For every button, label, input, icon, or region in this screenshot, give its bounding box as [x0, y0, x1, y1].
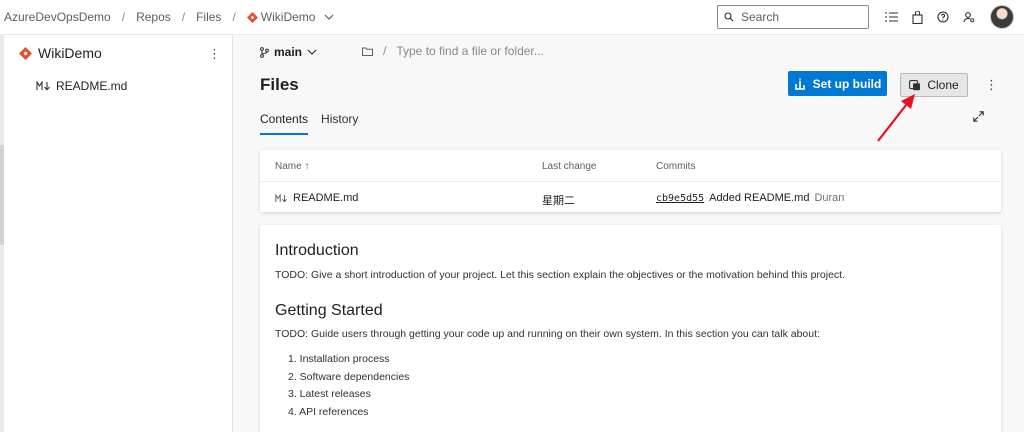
breadcrumb-separator: / — [232, 10, 236, 24]
top-bar: AzureDevOpsDemo / Repos / Files / WikiDe… — [0, 0, 1024, 35]
folder-icon — [362, 47, 373, 56]
breadcrumb-separator: / — [121, 10, 126, 24]
file-list-card: Name ↑ Last change Commits README.md 星期二… — [260, 150, 1001, 212]
readme-intro-text: TODO: Give a short introduction of your … — [275, 269, 846, 281]
breadcrumb-repo-label: WikiDemo — [260, 10, 316, 24]
file-tree-item-label: README.md — [56, 79, 128, 93]
annotation-arrow-icon — [877, 94, 915, 142]
tab-contents[interactable]: Contents — [260, 112, 309, 135]
column-header-commits: Commits — [656, 161, 696, 172]
tab-bar: Contents History — [260, 112, 358, 135]
chevron-down-icon — [325, 14, 334, 20]
chevron-down-icon — [307, 49, 317, 55]
more-options-icon[interactable]: ⋮ — [208, 47, 221, 60]
git-repo-icon — [19, 46, 32, 60]
clone-icon — [909, 79, 921, 90]
search-input[interactable]: Search — [741, 10, 779, 24]
breadcrumb-org[interactable]: AzureDevOpsDemo — [4, 10, 111, 24]
column-header-last-change: Last change — [542, 161, 597, 172]
readme-list: 1. Installation process 2. Software depe… — [288, 353, 409, 423]
breadcrumb-separator: / — [181, 10, 186, 24]
branch-selector[interactable]: main — [260, 45, 317, 59]
search-box[interactable]: Search — [717, 5, 869, 29]
user-settings-icon[interactable] — [962, 8, 976, 26]
path-finder-input[interactable]: Type to find a file or folder... — [396, 44, 543, 58]
list-item: 4. API references — [288, 405, 369, 418]
branch-name: main — [274, 45, 303, 59]
list-item: 1. Installation process — [288, 353, 390, 365]
page-title: Files — [260, 75, 299, 94]
file-tree-item[interactable]: README.md — [36, 79, 127, 93]
branch-icon — [260, 46, 269, 58]
commit-cell: cb9e5d55 Added README.md Duran — [656, 192, 844, 204]
repo-header[interactable]: WikiDemo — [19, 45, 102, 61]
set-up-build-label: Set up build — [812, 76, 882, 91]
tab-history[interactable]: History — [321, 112, 358, 135]
search-icon — [724, 12, 734, 22]
last-change-value: 星期二 — [542, 195, 575, 207]
clone-label: Clone — [927, 78, 959, 92]
work-items-icon[interactable] — [884, 8, 898, 26]
path-finder[interactable]: / Type to find a file or folder... — [362, 44, 544, 58]
git-repo-icon — [246, 11, 258, 23]
expand-icon[interactable] — [973, 111, 984, 122]
readme-preview: Introduction TODO: Give a short introduc… — [260, 225, 1001, 432]
commit-author: Duran — [814, 192, 845, 204]
markdown-icon — [36, 81, 50, 91]
top-bar-icons — [884, 8, 976, 26]
breadcrumb-files[interactable]: Files — [196, 10, 221, 24]
avatar[interactable] — [990, 5, 1014, 29]
file-name-cell[interactable]: README.md — [275, 192, 358, 204]
breadcrumb: AzureDevOpsDemo / Repos / Files / WikiDe… — [0, 10, 334, 24]
list-item: 2. Software dependencies — [288, 370, 410, 383]
file-tree-pane: WikiDemo ⋮ README.md — [4, 35, 233, 432]
repo-name: WikiDemo — [38, 45, 102, 61]
file-name: README.md — [293, 192, 359, 204]
last-change-cell: 星期二 — [542, 192, 575, 208]
marketplace-bag-icon[interactable] — [910, 8, 924, 26]
breadcrumb-repo-selector[interactable]: WikiDemo — [246, 10, 335, 24]
build-icon — [794, 78, 805, 90]
table-row[interactable]: README.md 星期二 cb9e5d55 Added README.md D… — [260, 183, 1001, 212]
readme-heading-introduction: Introduction — [275, 242, 359, 259]
commit-id-link[interactable]: cb9e5d55 — [656, 193, 704, 204]
commit-message: Added README.md — [709, 192, 810, 204]
list-item: 3. Latest releases — [288, 388, 371, 400]
readme-gs-text: TODO: Guide users through getting your c… — [275, 328, 820, 340]
path-separator: / — [383, 44, 387, 58]
help-icon[interactable] — [936, 8, 950, 26]
file-list-header: Name ↑ Last change Commits — [260, 150, 1001, 182]
column-header-name[interactable]: Name ↑ — [275, 161, 309, 172]
markdown-icon — [275, 193, 288, 202]
more-actions-icon[interactable]: ⋮ — [985, 78, 998, 91]
readme-heading-getting-started: Getting Started — [275, 302, 383, 319]
breadcrumb-repos[interactable]: Repos — [136, 10, 171, 24]
